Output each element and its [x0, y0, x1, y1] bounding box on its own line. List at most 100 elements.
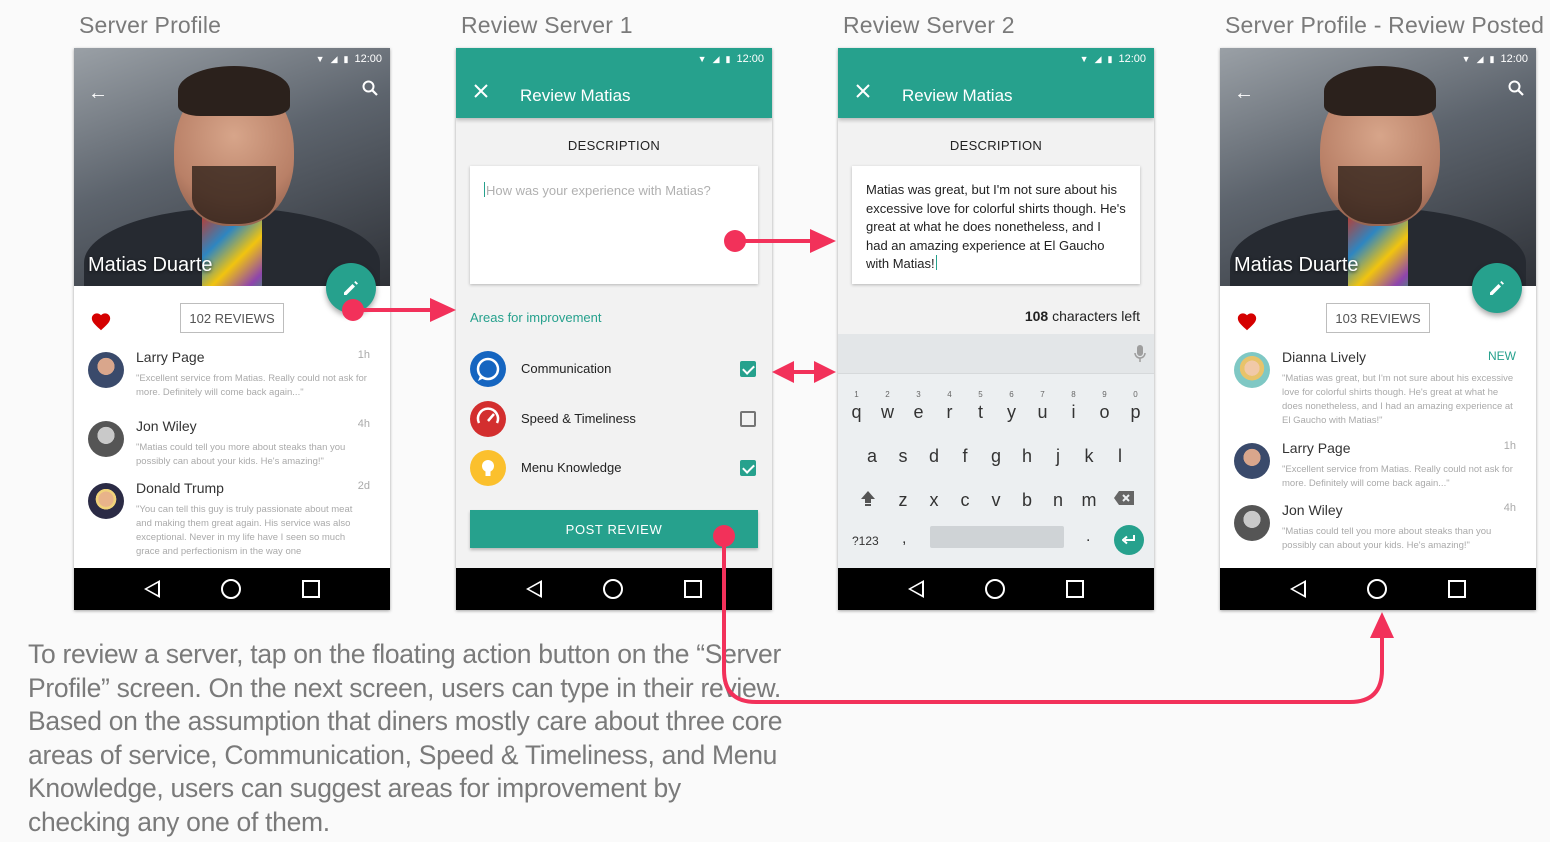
key[interactable]: 1q — [841, 390, 872, 423]
key[interactable]: 6y — [996, 390, 1027, 423]
back-arrow-icon[interactable]: ← — [1234, 82, 1254, 105]
area-speed-timeliness[interactable]: Speed & Timeliness — [470, 400, 758, 438]
key[interactable]: 5t — [965, 390, 996, 423]
key[interactable]: m — [1074, 490, 1105, 511]
app-bar: ▼ ◢ ▮ 12:00 Review Matias — [456, 48, 772, 118]
key[interactable]: k — [1074, 446, 1105, 467]
review-text-field[interactable]: Matias was great, but I'm not sure about… — [852, 166, 1140, 284]
review-text-field[interactable]: How was your experience with Matias? — [470, 166, 758, 284]
heart-icon[interactable] — [90, 311, 112, 333]
review-time: 1h — [1503, 440, 1516, 452]
chat-bubble-icon — [470, 351, 506, 387]
reviewer-name: Larry Page — [136, 349, 205, 365]
avatar — [88, 352, 124, 388]
backspace-key-icon[interactable] — [1109, 490, 1140, 511]
nav-back-icon[interactable] — [526, 580, 543, 598]
review-snippet: "Matias could tell you more about steaks… — [136, 442, 346, 467]
key[interactable]: 7u — [1027, 390, 1058, 423]
key[interactable]: l — [1105, 446, 1136, 467]
post-review-button[interactable]: POST REVIEW — [470, 510, 758, 548]
key[interactable]: h — [1012, 446, 1043, 467]
reviews-count-button[interactable]: 102 REVIEWS — [180, 303, 284, 333]
communication-checkbox[interactable] — [740, 361, 756, 377]
nav-back-icon[interactable] — [1290, 580, 1307, 598]
review-time: 4h — [1503, 502, 1516, 514]
new-badge: NEW — [1488, 349, 1516, 363]
nav-home-icon[interactable] — [984, 579, 1005, 599]
heart-icon[interactable] — [1236, 311, 1258, 333]
phone-review-server-1: ▼ ◢ ▮ 12:00 Review Matias DESCRIPTION Ho… — [456, 48, 772, 610]
key[interactable]: 3e — [903, 390, 934, 423]
lightbulb-icon — [470, 450, 506, 486]
nav-home-icon[interactable] — [1366, 579, 1387, 599]
key[interactable]: f — [950, 446, 981, 467]
description-label: DESCRIPTION — [949, 138, 1043, 153]
key[interactable]: v — [981, 490, 1012, 511]
nav-recent-icon[interactable] — [301, 580, 320, 598]
app-bar: ▼ ◢ ▮ 12:00 Review Matias — [838, 48, 1154, 118]
symbols-key[interactable]: ?123 — [852, 534, 879, 548]
edit-review-fab[interactable] — [326, 263, 376, 313]
key[interactable]: j — [1043, 446, 1074, 467]
key[interactable]: 4r — [934, 390, 965, 423]
description-caption: To review a server, tap on the floating … — [28, 639, 783, 837]
nav-back-icon[interactable] — [144, 580, 161, 598]
review-time: 1h — [357, 349, 370, 361]
reviews-count-button[interactable]: 103 REVIEWS — [1326, 303, 1430, 333]
nav-back-icon[interactable] — [908, 580, 925, 598]
key[interactable]: 2w — [872, 390, 903, 423]
back-arrow-icon[interactable]: ← — [88, 82, 108, 105]
edit-review-fab[interactable] — [1472, 263, 1522, 313]
comma-key[interactable]: , — [902, 530, 906, 548]
area-communication[interactable]: Communication — [470, 350, 758, 388]
close-icon[interactable] — [474, 84, 488, 98]
android-nav-bar — [1220, 568, 1536, 610]
speed-timeliness-checkbox[interactable] — [740, 411, 756, 427]
review-text-value: Matias was great, but I'm not sure about… — [866, 182, 1126, 272]
nav-recent-icon[interactable] — [683, 580, 702, 598]
space-bar[interactable] — [930, 526, 1064, 548]
review-snippet: "You can tell this guy is truly passiona… — [136, 504, 353, 557]
microphone-icon[interactable] — [1134, 345, 1146, 363]
android-nav-bar — [456, 568, 772, 610]
key[interactable]: b — [1012, 490, 1043, 511]
nav-recent-icon[interactable] — [1447, 580, 1466, 598]
key[interactable]: n — [1043, 490, 1074, 511]
phone-review-server-2: ▼ ◢ ▮ 12:00 Review Matias DESCRIPTION Ma… — [838, 48, 1154, 610]
characters-left-counter: 108 characters left — [1024, 308, 1140, 324]
reviewer-name: Jon Wiley — [136, 418, 197, 434]
key[interactable]: g — [981, 446, 1012, 467]
period-key[interactable]: . — [1086, 528, 1090, 546]
key[interactable]: c — [950, 490, 981, 511]
key[interactable]: d — [919, 446, 950, 467]
key[interactable]: x — [919, 490, 950, 511]
status-bar: ▼ ◢ ▮ 12:00 — [838, 48, 1154, 70]
area-menu-knowledge[interactable]: Menu Knowledge — [470, 449, 758, 487]
menu-knowledge-checkbox[interactable] — [740, 460, 756, 476]
server-name: Matias Duarte — [1234, 254, 1359, 276]
reviewer-name: Larry Page — [1282, 440, 1351, 456]
areas-for-improvement-label: Areas for improvement — [470, 310, 602, 325]
close-icon[interactable] — [856, 84, 870, 98]
search-icon[interactable] — [362, 80, 378, 96]
reviewer-name: Donald Trump — [136, 480, 224, 496]
wifi-icon: ▼ — [697, 54, 707, 64]
key[interactable]: s — [888, 446, 919, 467]
profile-body: 102 REVIEWS Larry Page 1h "Excellent ser… — [74, 286, 390, 568]
nav-home-icon[interactable] — [602, 579, 623, 599]
search-icon[interactable] — [1508, 80, 1524, 96]
key[interactable]: 0p — [1120, 390, 1151, 423]
key[interactable]: 8i — [1058, 390, 1089, 423]
key[interactable]: a — [857, 446, 888, 467]
shift-key-icon[interactable] — [853, 490, 884, 511]
nav-recent-icon[interactable] — [1065, 580, 1084, 598]
area-label: Menu Knowledge — [521, 460, 622, 475]
nav-home-icon[interactable] — [220, 579, 241, 599]
keyboard-row-1: 1q 2w 3e 4r 5t 6y 7u 8i 9o 0p — [838, 390, 1154, 423]
enter-key-icon[interactable] — [1114, 525, 1144, 555]
key[interactable]: 9o — [1089, 390, 1120, 423]
signal-icon: ◢ — [1094, 53, 1102, 64]
phone-server-profile: ▼ ◢ ▮ 12:00 ← Matias Duarte 102 REVIEWS … — [74, 48, 390, 610]
key[interactable]: z — [888, 490, 919, 511]
review-snippet: "Excellent service from Matias. Really c… — [1282, 464, 1513, 489]
